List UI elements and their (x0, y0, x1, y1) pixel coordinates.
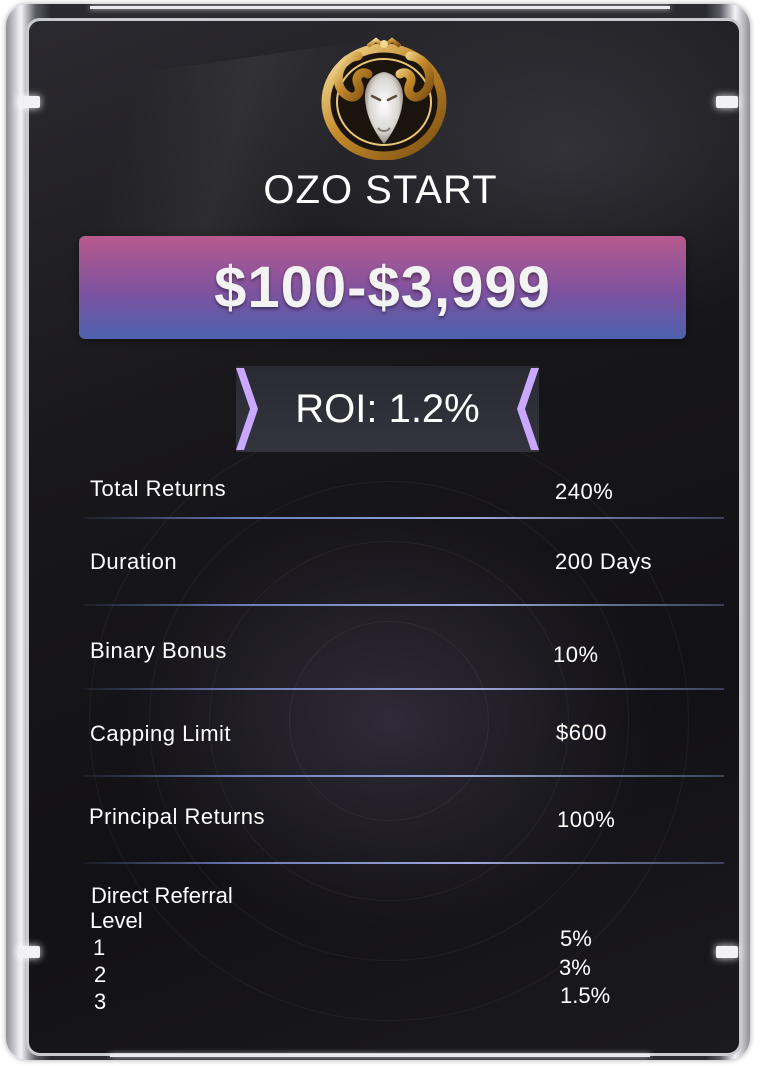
ram-head-emblem-icon (318, 36, 450, 161)
capping-limit-label: Capping Limit (90, 721, 232, 746)
total-returns-label: Total Returns (90, 476, 227, 501)
referral-value-1: 5% (560, 926, 592, 951)
row-divider (84, 604, 724, 606)
frame-tab (18, 96, 40, 108)
direct-referral-title: Direct Referral (91, 883, 233, 908)
row-divider (84, 688, 724, 690)
binary-bonus-label: Binary Bonus (90, 638, 227, 663)
capping-limit-value: $600 (556, 720, 607, 745)
price-range: $100-$3,999 (214, 255, 551, 320)
principal-returns-label: Principal Returns (89, 804, 266, 829)
principal-returns-value: 100% (557, 807, 616, 832)
roi-badge: ROI: 1.2% (236, 366, 539, 452)
row-divider (84, 862, 724, 864)
duration-value: 200 Days (555, 549, 652, 574)
referral-level-header: Level (90, 908, 143, 933)
referral-value-3: 1.5% (560, 983, 611, 1008)
row-divider (84, 517, 724, 519)
duration-label: Duration (90, 549, 178, 574)
frame-corner-highlight (110, 1054, 650, 1057)
chevron-left-icon (517, 368, 539, 450)
frame-tab (716, 96, 738, 108)
total-returns-value: 240% (555, 479, 614, 504)
frame-tab (716, 946, 738, 958)
roi-value: ROI: 1.2% (295, 386, 480, 431)
referral-level-1: 1 (93, 935, 106, 960)
price-range-banner: $100-$3,999 (79, 236, 686, 339)
referral-level-3: 3 (94, 989, 107, 1014)
referral-value-2: 3% (559, 955, 591, 980)
bg-ring (289, 621, 489, 821)
plan-title: OZO START (263, 168, 498, 212)
frame-corner-highlight (90, 6, 670, 9)
binary-bonus-value: 10% (553, 642, 599, 667)
chevron-right-icon (236, 368, 258, 450)
frame-tab (18, 946, 40, 958)
row-divider (84, 775, 724, 777)
referral-level-2: 2 (94, 962, 107, 987)
